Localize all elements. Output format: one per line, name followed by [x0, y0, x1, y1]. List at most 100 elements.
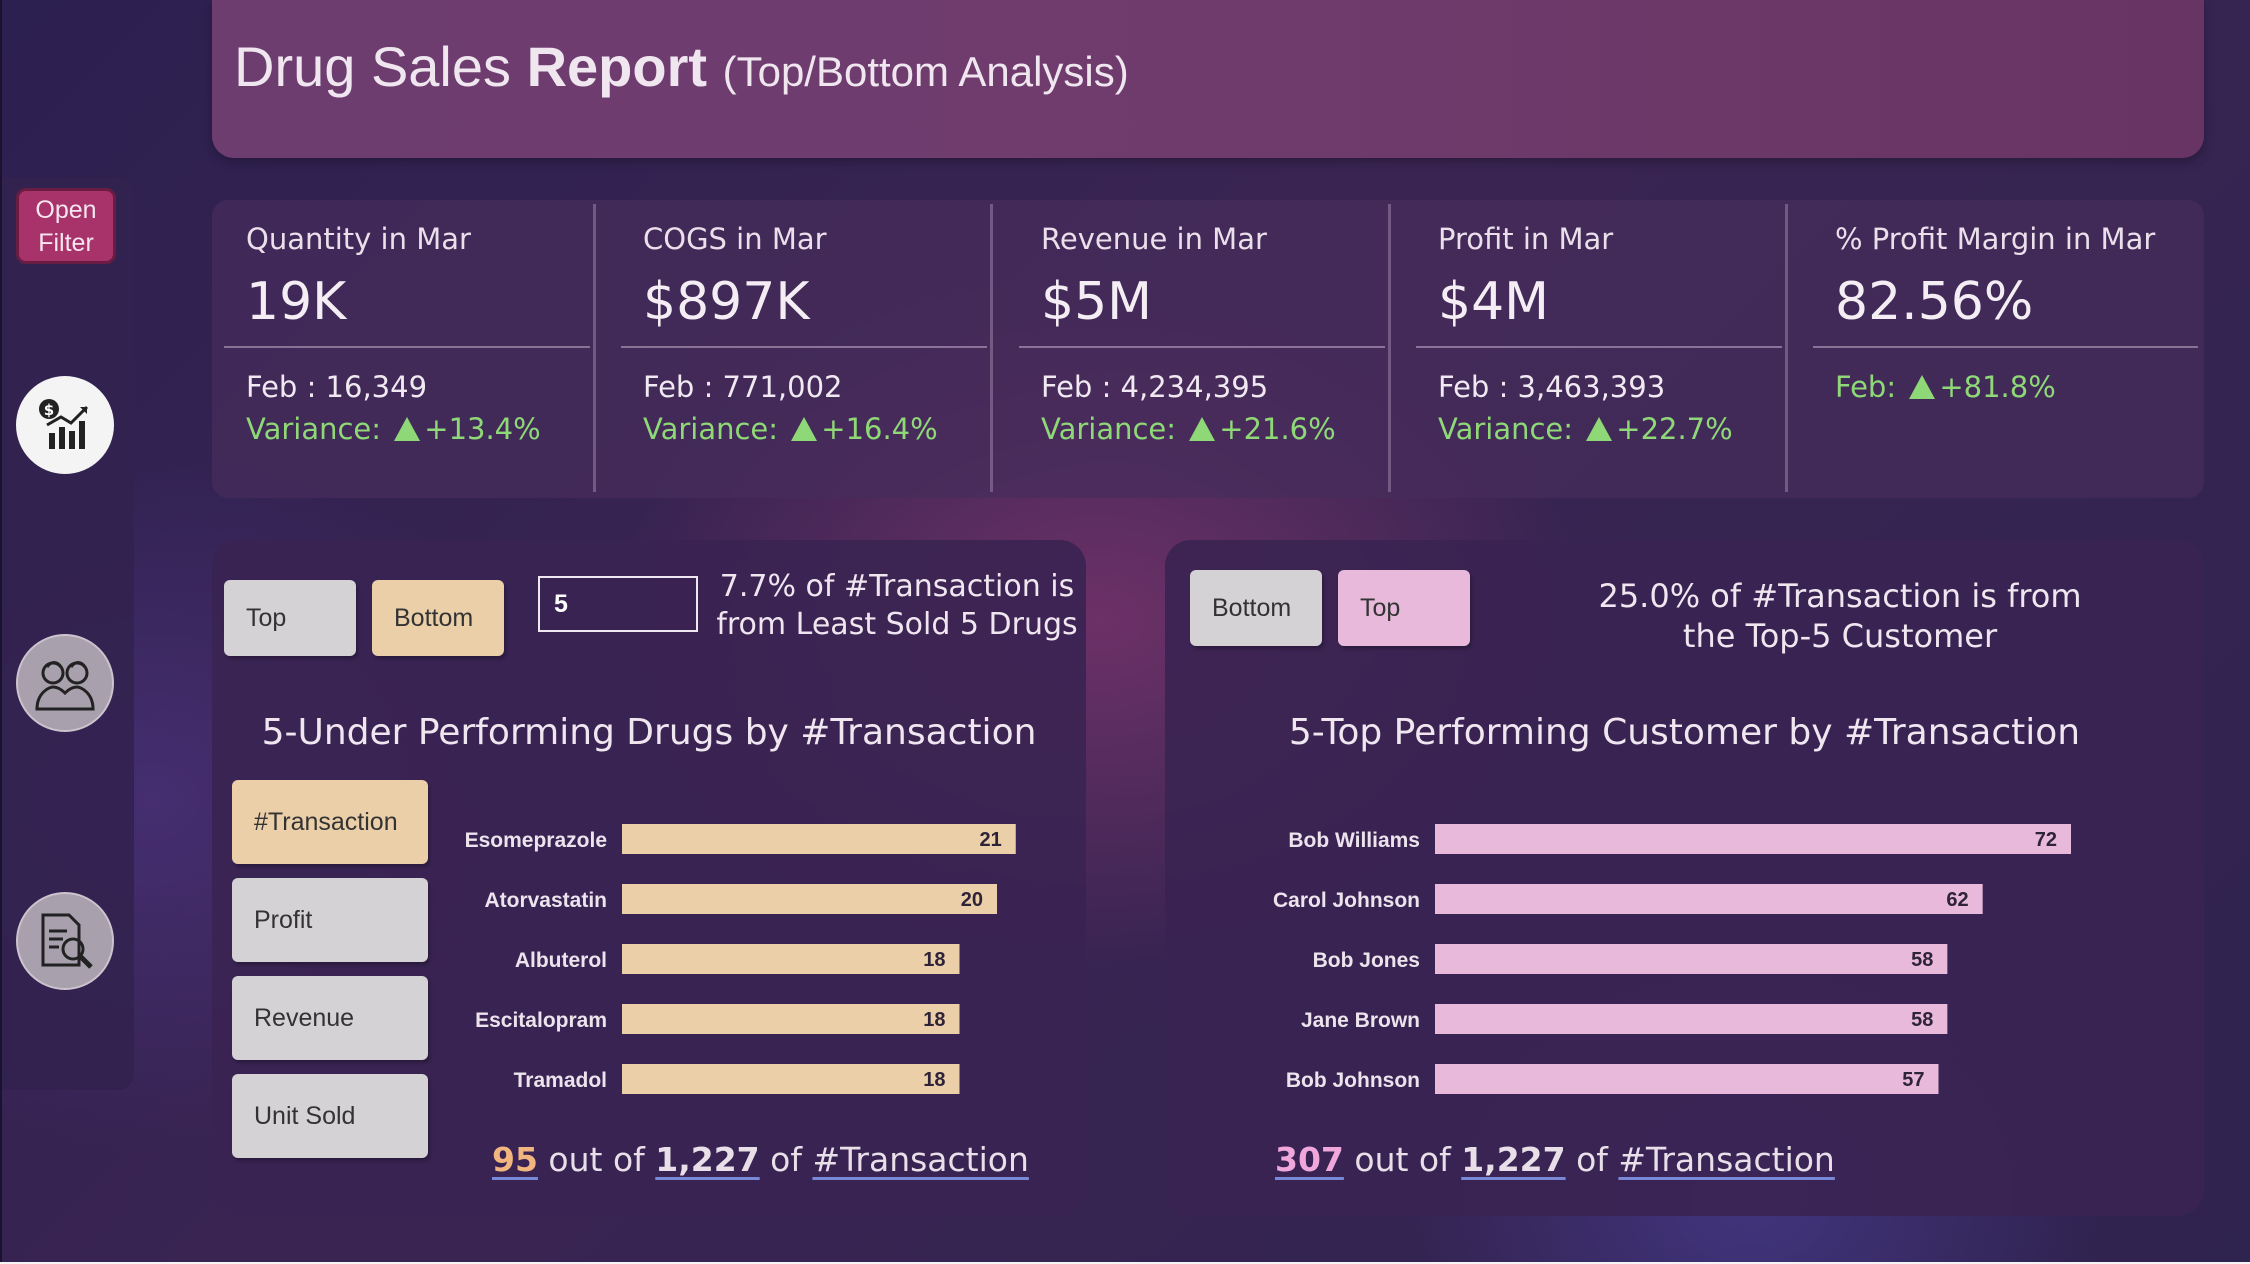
bar-category-label: Bob Johnson [1286, 1069, 1420, 1092]
summary-count: 95 [492, 1140, 538, 1179]
bar-data-label: 58 [1911, 949, 1933, 971]
sidebar: Open Filter $ [2, 178, 134, 1090]
up-triangle-icon [1586, 417, 1613, 441]
variance-value: +21.6% [1219, 412, 1336, 446]
title-bold-text: Report [526, 35, 708, 98]
open-filter-button[interactable]: Open Filter [16, 188, 116, 264]
kpi-value: $897K [643, 272, 810, 332]
report-search-icon[interactable] [16, 892, 114, 990]
summary-text: of [1565, 1140, 1619, 1179]
kpi-card-profit: Profit in Mar $4M Feb : 3,463,393 Varian… [1404, 200, 1788, 498]
transaction-summary: 95 out of 1,227 of #Transaction [492, 1140, 1029, 1179]
bar[interactable] [622, 1064, 960, 1094]
variance-label: Variance: [643, 412, 779, 446]
kpi-variance: Variance: +22.7% [1438, 412, 1733, 446]
summary-count: 307 [1275, 1140, 1344, 1179]
bar[interactable] [1435, 944, 1948, 974]
up-triangle-icon [394, 417, 421, 441]
bar-data-label: 21 [980, 829, 1002, 851]
variance-label: Variance: [1041, 412, 1177, 446]
bar[interactable] [622, 1004, 960, 1034]
drugs-bar-chart: Esomeprazole 21 Atorvastatin 20 Albuterol 18 E… [465, 824, 1016, 1094]
kpi-label: % Profit Margin in Mar [1835, 222, 2156, 256]
kpi-previous: Feb : 3,463,393 [1438, 370, 1666, 404]
bar-data-label: 20 [961, 889, 983, 911]
bar-category-label: Escitalopram [475, 1009, 607, 1032]
sales-chart-icon[interactable]: $ [16, 376, 114, 474]
variance-label: Variance: [1438, 412, 1574, 446]
kpi-value: 82.56% [1835, 272, 2034, 332]
bar-category-label: Bob Jones [1313, 949, 1420, 972]
page-title: Drug Sales Report (Top/Bottom Analysis) [234, 34, 1129, 99]
kpi-previous: Feb : 16,349 [246, 370, 428, 404]
up-triangle-icon [791, 417, 818, 441]
summary-text: of [759, 1140, 813, 1179]
summary-text: out of [537, 1140, 656, 1179]
bar-data-label: 62 [1946, 889, 1968, 911]
kpi-previous: Feb : 771,002 [643, 370, 843, 404]
variance-value: +81.8% [1939, 370, 2056, 404]
kpi-divider [1388, 204, 1391, 492]
kpi-label: COGS in Mar [643, 222, 827, 256]
kpi-value: $4M [1438, 272, 1550, 332]
bar[interactable] [1435, 1004, 1948, 1034]
bar[interactable] [1435, 1064, 1939, 1094]
bar[interactable] [622, 944, 960, 974]
bar-data-label: 18 [923, 949, 945, 971]
up-triangle-icon [1909, 375, 1936, 399]
bar-category-label: Jane Brown [1301, 1009, 1420, 1032]
summary-text: out of [1343, 1140, 1462, 1179]
kpi-label: Profit in Mar [1438, 222, 1614, 256]
previous-label: Feb: [1835, 370, 1897, 404]
bar-category-label: Carol Johnson [1273, 889, 1420, 912]
bar-category-label: Atorvastatin [484, 889, 607, 912]
bar[interactable] [1435, 884, 1983, 914]
kpi-value: 19K [246, 272, 347, 332]
transaction-summary: 307 out of 1,227 of #Transaction [1275, 1140, 1835, 1179]
kpi-separator [621, 346, 987, 348]
summary-total: 1,227 [655, 1140, 760, 1179]
bar[interactable] [622, 884, 997, 914]
kpi-value: $5M [1041, 272, 1153, 332]
bar-category-label: Esomeprazole [465, 829, 607, 852]
title-subtitle: (Top/Bottom Analysis) [722, 48, 1129, 95]
bar-category-label: Tramadol [514, 1069, 607, 1092]
bar[interactable] [1435, 824, 2071, 854]
kpi-divider [990, 204, 993, 492]
kpi-divider [593, 204, 596, 492]
kpi-separator [224, 346, 590, 348]
variance-value: +22.7% [1616, 412, 1733, 446]
kpi-previous: Feb : 4,234,395 [1041, 370, 1269, 404]
summary-measure: #Transaction [1618, 1140, 1835, 1179]
kpi-variance: Feb: +81.8% [1835, 370, 2056, 404]
customers-bar-chart: Bob Williams 72 Carol Johnson 62 Bob Jones 58… [1273, 824, 2071, 1094]
bar[interactable] [622, 824, 1016, 854]
report-header: Drug Sales Report (Top/Bottom Analysis) [212, 0, 2204, 158]
kpi-divider [1785, 204, 1788, 492]
bar-category-label: Albuterol [515, 949, 607, 972]
summary-total: 1,227 [1461, 1140, 1566, 1179]
kpi-variance: Variance: +16.4% [643, 412, 938, 446]
kpi-separator [1813, 346, 2198, 348]
kpi-variance: Variance: +21.6% [1041, 412, 1336, 446]
kpi-variance: Variance: +13.4% [246, 412, 541, 446]
up-triangle-icon [1189, 417, 1216, 441]
bar-data-label: 58 [1911, 1009, 1933, 1031]
bar-data-label: 57 [1902, 1069, 1924, 1091]
bar-category-label: Bob Williams [1288, 829, 1420, 852]
bottom-drugs-panel: Top Bottom 7.7% of #Transaction is from … [212, 540, 1086, 1216]
bar-data-label: 18 [923, 1069, 945, 1091]
kpi-card-cogs: COGS in Mar $897K Feb : 771,002 Variance… [609, 200, 993, 498]
kpi-label: Quantity in Mar [246, 222, 471, 256]
kpi-card-revenue: Revenue in Mar $5M Feb : 4,234,395 Varia… [1007, 200, 1391, 498]
top-customers-panel: Bottom Top 25.0% of #Transaction is from… [1165, 540, 2204, 1216]
summary-measure: #Transaction [812, 1140, 1029, 1179]
bar-data-label: 72 [2035, 829, 2057, 851]
kpi-card-profit-margin: % Profit Margin in Mar 82.56% Feb: +81.8… [1801, 200, 2204, 498]
customers-icon[interactable] [16, 634, 114, 732]
kpi-card-quantity: Quantity in Mar 19K Feb : 16,349 Varianc… [212, 200, 596, 498]
kpi-separator [1416, 346, 1782, 348]
kpi-label: Revenue in Mar [1041, 222, 1267, 256]
bar-data-label: 18 [923, 1009, 945, 1031]
variance-label: Variance: [246, 412, 382, 446]
